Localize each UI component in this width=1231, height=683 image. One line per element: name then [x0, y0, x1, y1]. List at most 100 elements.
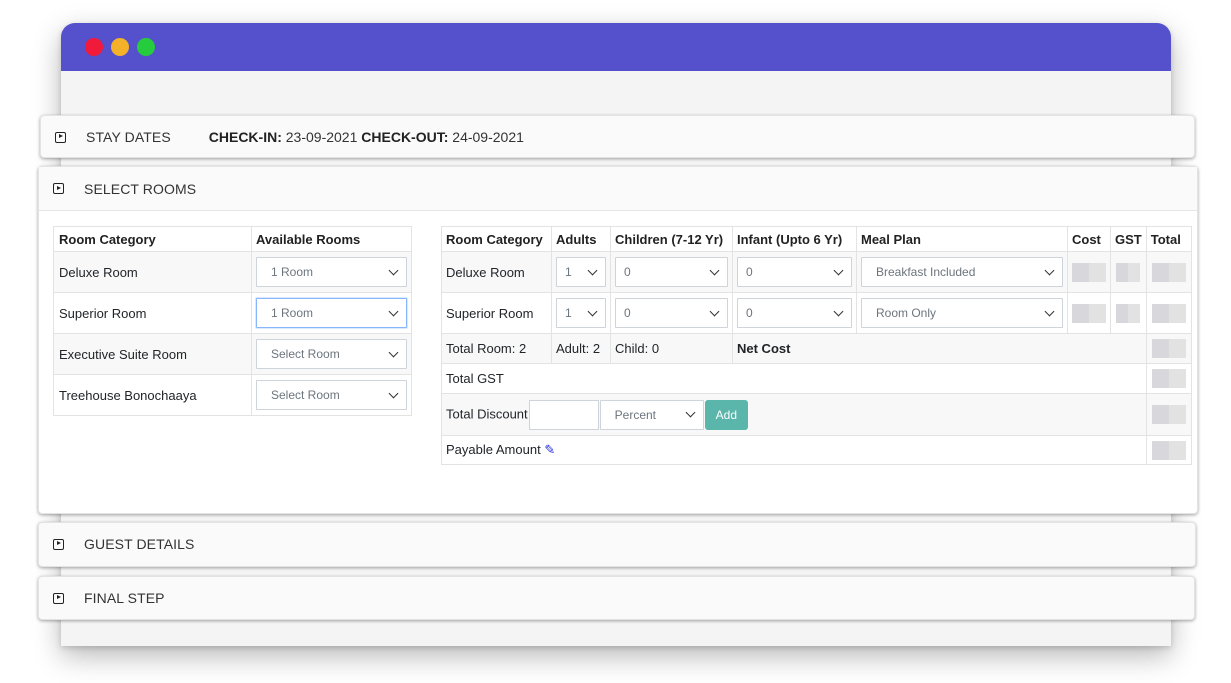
chevron-down-icon: [685, 407, 696, 418]
gst-value-redacted: [1116, 262, 1141, 282]
meal-plan-select[interactable]: Room Only: [861, 298, 1063, 328]
final-step-header[interactable]: FINAL STEP: [39, 577, 1194, 619]
checkout-label: CHECK-OUT:: [361, 129, 449, 145]
children-select[interactable]: 0: [615, 257, 728, 287]
room-category: Deluxe Room: [53, 251, 252, 293]
select-rooms-header[interactable]: SELECT ROOMS: [39, 167, 1197, 211]
table-row: Superior Room 1 0 0 Room Only: [441, 292, 1192, 334]
discount-value-redacted: [1151, 405, 1186, 424]
stay-dates-info: CHECK-IN: 23-09-2021 CHECK-OUT: 24-09-20…: [209, 129, 524, 145]
table-row: Treehouse Bonochaaya Select Room: [53, 374, 412, 416]
total-gst-label: Total GST: [441, 363, 1147, 394]
adults-select[interactable]: 1: [556, 298, 606, 328]
meal-plan-select[interactable]: Breakfast Included: [861, 257, 1063, 287]
select-value: 1 Room: [271, 306, 314, 320]
expand-icon: [55, 131, 66, 143]
chevron-down-icon: [388, 388, 399, 398]
guest-details-panel: GUEST DETAILS: [38, 522, 1196, 567]
available-rooms-select[interactable]: Select Room: [256, 339, 407, 369]
column-header: Adults: [551, 226, 611, 252]
final-step-panel: FINAL STEP: [38, 576, 1195, 620]
checkin-label: CHECK-IN:: [208, 129, 282, 145]
discount-input[interactable]: [528, 399, 599, 430]
children-select[interactable]: 0: [615, 298, 728, 328]
gst-row: Total GST: [441, 363, 1192, 394]
infants-select[interactable]: 0: [737, 257, 852, 287]
room-category: Deluxe Room: [441, 251, 552, 293]
column-header: Meal Plan: [856, 226, 1068, 252]
guest-details-header[interactable]: GUEST DETAILS: [39, 523, 1195, 565]
room-category: Treehouse Bonochaaya: [53, 374, 252, 416]
select-value: 1 Room: [271, 265, 314, 279]
chevron-down-icon: [833, 265, 844, 275]
total-adults: Adult: 2: [551, 333, 611, 364]
select-value: Select Room: [271, 347, 340, 361]
net-cost-redacted: [1151, 339, 1186, 358]
cost-value-redacted: [1072, 303, 1106, 323]
room-category: Superior Room: [441, 292, 552, 334]
room-category: Superior Room: [53, 292, 252, 334]
select-value: Select Room: [271, 388, 340, 402]
guest-details-title: GUEST DETAILS: [84, 536, 195, 552]
column-header: Available Rooms: [251, 226, 412, 252]
stay-dates-header[interactable]: STAY DATES CHECK-IN: 23-09-2021 CHECK-OU…: [41, 116, 1194, 158]
close-window-button[interactable]: [85, 38, 103, 56]
available-rooms-select[interactable]: Select Room: [256, 380, 407, 410]
column-header: Infant (Upto 6 Yr): [732, 226, 857, 252]
column-header: Total: [1145, 226, 1192, 252]
column-header: Children (7-12 Yr): [610, 226, 733, 252]
adults-select[interactable]: 1: [556, 257, 606, 287]
select-value: 0: [746, 265, 753, 279]
checkout-value: 24-09-2021: [448, 129, 524, 145]
select-value: Percent: [614, 407, 657, 422]
expand-icon: [53, 592, 64, 604]
pencil-edit-icon[interactable]: ✎: [544, 442, 555, 457]
summary-row: Total Room: 2 Adult: 2 Child: 0 Net Cost: [441, 333, 1192, 364]
booking-table: Room Category Adults Children (7-12 Yr) …: [441, 226, 1192, 465]
column-header: GST: [1110, 226, 1147, 252]
stay-dates-title: STAY DATES: [86, 129, 171, 145]
expand-icon: [53, 538, 64, 550]
table-row: Executive Suite Room Select Room: [53, 333, 412, 375]
column-header: Room Category: [53, 226, 252, 252]
room-category: Executive Suite Room: [53, 333, 252, 375]
total-value-redacted: [1151, 262, 1186, 282]
select-value: 0: [624, 306, 631, 320]
availability-table: Room Category Available Rooms Deluxe Roo…: [53, 226, 412, 416]
available-rooms-select[interactable]: 1 Room: [256, 298, 407, 328]
select-value: 0: [746, 306, 753, 320]
chevron-down-icon: [833, 306, 844, 316]
select-value: 1: [565, 306, 572, 320]
available-rooms-select[interactable]: 1 Room: [256, 257, 407, 287]
add-discount-button[interactable]: Add: [704, 399, 749, 430]
chevron-down-icon: [587, 306, 598, 316]
select-value: 0: [624, 265, 631, 279]
maximize-window-button[interactable]: [137, 38, 155, 56]
chevron-down-icon: [709, 306, 720, 316]
table-row: Deluxe Room 1 Room: [53, 251, 412, 293]
chevron-down-icon: [709, 265, 720, 275]
total-rooms: Total Room: 2: [441, 333, 552, 364]
select-value: 1: [565, 265, 572, 279]
discount-row: Total Discount Percent Add: [441, 393, 1192, 436]
column-header: Room Category: [441, 226, 552, 252]
table-row: Superior Room 1 Room: [53, 292, 412, 334]
cost-value-redacted: [1072, 262, 1106, 282]
checkin-value: 23-09-2021: [281, 129, 362, 145]
infants-select[interactable]: 0: [737, 298, 852, 328]
chevron-down-icon: [1044, 306, 1055, 316]
net-cost-label: Net Cost: [732, 333, 1147, 364]
total-children: Child: 0: [610, 333, 733, 364]
payable-row: Payable Amount ✎: [441, 435, 1192, 465]
discount-type-select[interactable]: Percent: [599, 399, 704, 430]
select-value: Breakfast Included: [876, 265, 976, 279]
select-rooms-panel: SELECT ROOMS Room Category Available Roo…: [38, 166, 1198, 514]
chevron-down-icon: [587, 265, 598, 275]
payable-amount-label: Payable Amount: [446, 442, 541, 457]
gst-value-redacted: [1116, 303, 1141, 323]
minimize-window-button[interactable]: [111, 38, 129, 56]
chevron-down-icon: [388, 306, 399, 316]
chevron-down-icon: [1044, 265, 1055, 275]
expand-icon: [53, 183, 64, 194]
payable-amount-redacted: [1151, 440, 1186, 460]
